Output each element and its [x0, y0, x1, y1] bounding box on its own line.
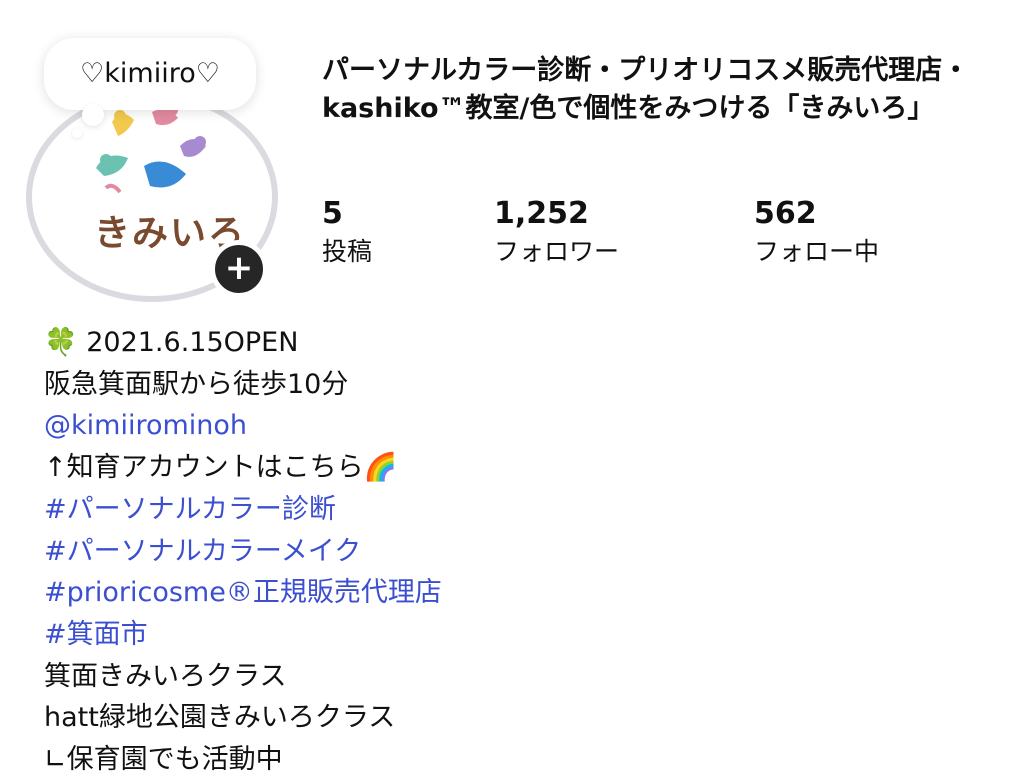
bio-line-pointer: ↑知育アカウントはこちら🌈 — [44, 447, 442, 489]
profile-display-name: パーソナルカラー診断・プリオリコスメ販売代理店・kashiko™教室/色で個性を… — [322, 55, 970, 124]
bio-line-class-hatt: hatt緑地公園きみいろクラス — [44, 702, 396, 734]
stat-following-label: フォロー中 — [754, 237, 880, 266]
bio-hashtag-link[interactable]: #パーソナルカラーメイク — [44, 531, 442, 573]
clover-icon: 🍀 — [44, 327, 78, 358]
stat-following[interactable]: 562 フォロー中 — [754, 196, 879, 272]
stat-followers-count: 1,252 — [494, 196, 589, 231]
stat-posts-label: 投稿 — [322, 237, 373, 266]
bio-hashtag-link[interactable]: #パーソナルカラー診断 — [44, 489, 442, 531]
stat-followers[interactable]: 1,252 フォロワー — [494, 196, 619, 272]
note-bubble[interactable]: ♡kimiiro♡ — [44, 38, 256, 138]
bio-pointer-text: ↑知育アカウントはこちら — [44, 452, 364, 484]
stat-followers-label: フォロワー — [494, 237, 620, 266]
rainbow-icon: 🌈 — [363, 452, 398, 484]
bio-line-nursery: ∟保育園でも活動中 — [44, 744, 283, 776]
stat-posts[interactable]: 5 投稿 — [322, 196, 372, 272]
bio-line-class-minoh: 箕面きみいろクラス — [44, 660, 287, 692]
bio-hashtag-link[interactable]: #prioricosme®正規販売代理店 — [44, 572, 442, 614]
bio-mention-link[interactable]: @kimiirominoh — [44, 405, 442, 447]
bio-line-access: 阪急箕面駅から徒歩10分 — [44, 368, 349, 400]
profile-bio: 🍀 2021.6.15OPEN 阪急箕面駅から徒歩10分 @kimiiromin… — [44, 322, 442, 781]
stat-posts-count: 5 — [322, 196, 343, 231]
add-story-button[interactable]: + — [210, 240, 268, 298]
bio-open-date: 2021.6.15OPEN — [86, 327, 299, 358]
profile-avatar[interactable]: きみいろ + — [22, 92, 284, 307]
stat-following-count: 562 — [754, 196, 817, 231]
bio-line-open: 🍀 2021.6.15OPEN — [44, 322, 442, 364]
bio-hashtag-link[interactable]: #箕面市 — [44, 614, 442, 656]
